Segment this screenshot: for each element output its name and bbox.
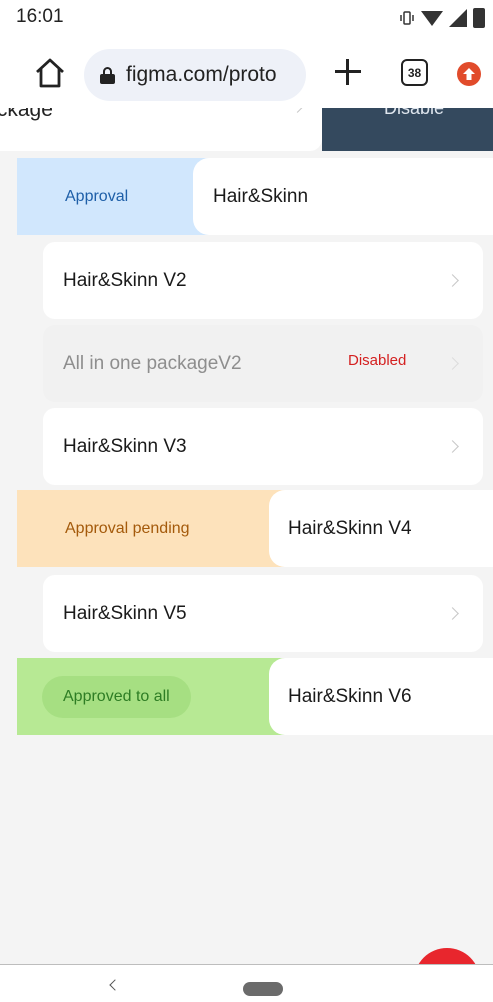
status-icons [399,8,485,28]
vibrate-icon [400,11,414,25]
chevron-right-icon [446,274,459,287]
approved-to-all-label: Approved to all [42,675,191,718]
new-tab-plus-icon[interactable] [334,58,362,86]
swipe-row-approved-to-all: Approved to all Hair&Skinn V6 [17,658,493,735]
list-item-hair-skinn-v3[interactable]: Hair&Skinn V3 [43,408,483,485]
chevron-right-icon [446,607,459,620]
page-content: ıckage Disable Approval Hair&Skinn Hair&… [0,108,493,964]
approval-swipe-action[interactable]: Approval [17,158,222,235]
approved-to-all-swipe-action[interactable]: Approved to all [17,658,297,735]
chevron-right-icon [446,357,459,370]
system-nav-bar [0,964,493,1002]
address-bar[interactable]: figma.com/proto [84,49,306,101]
floating-action-button[interactable] [414,948,480,964]
disabled-badge: Disabled [348,352,407,369]
chevron-right-icon [291,108,304,113]
list-item-label: Hair&Skinn [213,185,309,207]
list-item-label: Hair&Skinn V3 [63,435,187,457]
swipe-row-approval: Approval Hair&Skinn [17,158,493,235]
battery-icon [473,8,485,28]
approval-pending-swipe-action[interactable]: Approval pending [17,490,297,567]
signal-icon [449,9,467,27]
list-item-label: Hair&Skinn V4 [288,517,412,539]
chevron-right-icon [446,440,459,453]
status-bar: 16:01 [0,0,493,36]
status-time: 16:01 [16,6,64,27]
list-item-hair-skinn-v4[interactable]: Hair&Skinn V4 [269,490,493,567]
list-item-hair-skinn-v2[interactable]: Hair&Skinn V2 [43,242,483,319]
list-item-hair-skinn[interactable]: Hair&Skinn [193,158,493,235]
list-item-partial[interactable]: ıckage [0,108,322,151]
list-item-label: Hair&Skinn V6 [288,685,412,707]
tab-count: 38 [407,65,422,80]
back-icon[interactable] [109,979,121,991]
swipe-row-approval-pending: Approval pending Hair&Skinn V4 [17,490,493,567]
approval-pending-label: Approval pending [65,519,190,537]
list-item-hair-skinn-v5[interactable]: Hair&Skinn V5 [43,575,483,652]
url-text: figma.com/proto [126,63,277,86]
disable-swipe-action[interactable]: Disable [322,108,493,151]
list-item-label: Hair&Skinn V2 [63,269,187,291]
tab-switcher-button[interactable]: 38 [401,59,428,86]
approval-action-label: Approval [65,187,129,205]
list-item-label: All in one packageV2 [63,352,242,374]
list-item-hair-skinn-v6[interactable]: Hair&Skinn V6 [269,658,493,735]
browser-toolbar: figma.com/proto 38 [0,36,493,108]
update-icon[interactable] [457,62,481,86]
disable-action-label: Disable [384,108,445,118]
list-item-label: ıckage [0,108,53,121]
wifi-icon [421,10,443,26]
home-icon[interactable] [33,57,67,89]
home-pill-icon[interactable] [243,982,283,996]
list-item-all-in-one-package-v2[interactable]: All in one packageV2 Disabled [43,325,483,402]
lock-icon [100,66,115,84]
list-item-label: Hair&Skinn V5 [63,602,187,624]
